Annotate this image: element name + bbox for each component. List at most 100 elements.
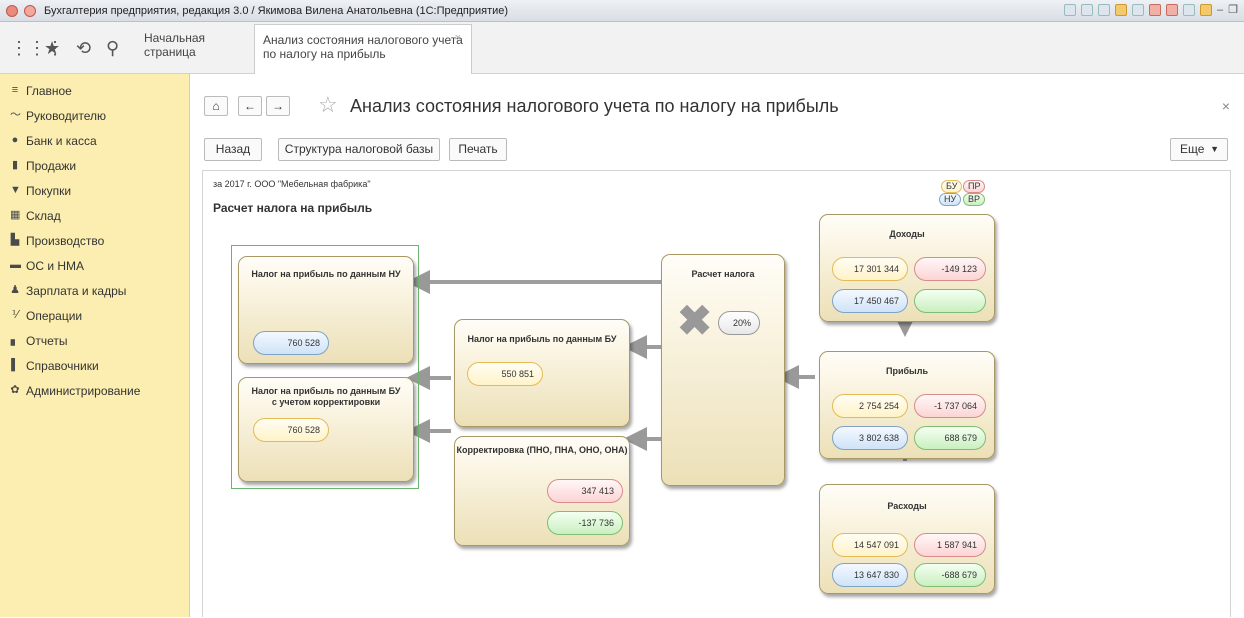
expenses-vr[interactable]: -688 679 bbox=[914, 563, 986, 587]
tax-bu-adj-block: Налог на прибыль по данным БУ с учетом к… bbox=[238, 377, 414, 482]
sidebar-item[interactable]: 〜 Руководителю bbox=[0, 103, 189, 128]
preview-icon[interactable] bbox=[1098, 3, 1110, 16]
correction-value-1[interactable]: 347 413 bbox=[547, 479, 623, 503]
bookmark-star-icon[interactable]: ☆ bbox=[318, 92, 338, 118]
sidebar-item-label: Руководителю bbox=[26, 108, 107, 123]
more-button[interactable]: Еще ▼ bbox=[1170, 138, 1228, 161]
print-icon[interactable] bbox=[1081, 3, 1093, 16]
navigation: ⌂ ← → bbox=[204, 96, 290, 116]
income-block: Доходы 17 301 344 -149 123 17 450 467 bbox=[819, 214, 995, 322]
clipboard-icon[interactable] bbox=[1064, 3, 1076, 16]
tab-active-label: Анализ состояния налогового учета по нал… bbox=[263, 33, 463, 61]
sidebar-item[interactable]: ▬ ОС и НМА bbox=[0, 253, 189, 278]
more-label: Еще bbox=[1180, 142, 1205, 156]
sidebar-item[interactable]: ▌ Справочники bbox=[0, 353, 189, 378]
tax-calc-block: Расчет налога 20% bbox=[661, 254, 785, 486]
sidebar-item[interactable]: ● Банк и касса bbox=[0, 128, 189, 153]
sidebar-item-label: Покупки bbox=[26, 183, 72, 198]
window-titlebar: Бухгалтерия предприятия, редакция 3.0 / … bbox=[0, 0, 1244, 22]
tab-active[interactable]: Анализ состояния налогового учета по нал… bbox=[254, 24, 472, 74]
report-area: за 2017 г. ООО "Мебельная фабрика" Расче… bbox=[202, 170, 1231, 617]
forward-arrow-icon[interactable]: → bbox=[266, 96, 290, 116]
app-toolbar: ⋮⋮⋮ ★ ⟲ ⚲ Начальная страница Анализ сост… bbox=[0, 22, 1244, 74]
income-pr[interactable]: -149 123 bbox=[914, 257, 986, 281]
bag-icon: ▮ bbox=[11, 159, 19, 171]
expenses-bu[interactable]: 14 547 091 bbox=[832, 533, 908, 557]
calendar-icon[interactable] bbox=[1166, 3, 1178, 16]
print-button[interactable]: Печать bbox=[449, 138, 507, 161]
document-icon[interactable] bbox=[1149, 3, 1161, 16]
tax-bu-value[interactable]: 550 851 bbox=[467, 362, 543, 386]
sidebar-item[interactable]: ▼ Покупки bbox=[0, 178, 189, 203]
correction-value-2[interactable]: -137 736 bbox=[547, 511, 623, 535]
profit-nu[interactable]: 3 802 638 bbox=[832, 426, 908, 450]
sidebar-item[interactable]: ▮ Продажи bbox=[0, 153, 189, 178]
chart-line-icon: 〜 bbox=[10, 109, 21, 121]
sidebar-item-label: Операции bbox=[26, 308, 83, 323]
structure-button[interactable]: Структура налоговой базы bbox=[278, 138, 440, 161]
warehouse-icon: ▦ bbox=[10, 209, 21, 221]
sidebar-item[interactable]: ♟ Зарплата и кадры bbox=[0, 278, 189, 303]
truck-icon: ▬ bbox=[10, 259, 21, 271]
favorites-icon[interactable] bbox=[1115, 3, 1127, 16]
tax-rate-value[interactable]: 20% bbox=[718, 311, 760, 335]
profit-title: Прибыль bbox=[886, 366, 928, 376]
sidebar-item[interactable]: ▦ Склад bbox=[0, 203, 189, 228]
tab-home[interactable]: Начальная страница bbox=[138, 22, 258, 74]
main-panel: ⌂ ← → ☆ Анализ состояния налогового учет… bbox=[190, 74, 1244, 617]
app-logo-icon[interactable] bbox=[6, 4, 18, 17]
tab-close-icon[interactable]: × bbox=[455, 31, 461, 45]
favorites-star-icon[interactable]: ★ bbox=[44, 38, 60, 59]
book-icon: ▌ bbox=[11, 359, 19, 371]
sidebar-item-label: Продажи bbox=[26, 158, 77, 173]
sidebar-item[interactable]: ✿ Администрирование bbox=[0, 378, 189, 403]
sidebar-item-label: Отчеты bbox=[26, 333, 68, 348]
minimize-icon[interactable]: – bbox=[1217, 4, 1223, 16]
back-arrow-icon[interactable]: ← bbox=[238, 96, 262, 116]
tax-nu-title: Налог на прибыль по данным НУ bbox=[251, 269, 401, 279]
expenses-pr[interactable]: 1 587 941 bbox=[914, 533, 986, 557]
sidebar-item-label: Банк и касса bbox=[26, 133, 97, 148]
correction-title: Корректировка (ПНО, ПНА, ОНО, ОНА) bbox=[456, 445, 628, 455]
gear-icon: ✿ bbox=[10, 384, 20, 396]
titlebar-tools: – ❐ bbox=[1064, 3, 1238, 16]
sidebar-item-label: Администрирование bbox=[26, 383, 141, 398]
income-bu[interactable]: 17 301 344 bbox=[832, 257, 908, 281]
history-icon[interactable]: ⟲ bbox=[76, 38, 91, 59]
sidebar-item[interactable]: ⅟ Операции bbox=[0, 303, 189, 328]
table-icon[interactable] bbox=[1132, 3, 1144, 16]
calculator-icon[interactable] bbox=[1183, 3, 1195, 16]
tax-bu-title: Налог на прибыль по данным БУ bbox=[467, 334, 617, 344]
sidebar-item-label: Склад bbox=[26, 208, 61, 223]
sidebar-item[interactable]: ▙ Производство bbox=[0, 228, 189, 253]
sidebar-item[interactable]: ≡ Главное bbox=[0, 78, 189, 103]
correction-block: Корректировка (ПНО, ПНА, ОНО, ОНА) 347 4… bbox=[454, 436, 630, 546]
profit-vr[interactable]: 688 679 bbox=[914, 426, 986, 450]
tax-bu-block: Налог на прибыль по данным БУ 550 851 bbox=[454, 319, 630, 427]
back-button[interactable]: Назад bbox=[204, 138, 262, 161]
factory-icon: ▙ bbox=[10, 234, 20, 246]
expenses-nu[interactable]: 13 647 830 bbox=[832, 563, 908, 587]
search-icon[interactable]: ⚲ bbox=[106, 38, 119, 59]
sidebar-item-label: Зарплата и кадры bbox=[26, 283, 127, 298]
home-icon[interactable]: ⌂ bbox=[204, 96, 228, 116]
person-icon: ♟ bbox=[10, 284, 20, 296]
income-vr[interactable] bbox=[914, 289, 986, 313]
tax-bu-adj-value[interactable]: 760 528 bbox=[253, 418, 329, 442]
profit-bu[interactable]: 2 754 254 bbox=[832, 394, 908, 418]
window-menu-icon[interactable] bbox=[24, 4, 36, 17]
operations-icon: ⅟ bbox=[11, 309, 19, 321]
profit-pr[interactable]: -1 737 064 bbox=[914, 394, 986, 418]
info-icon[interactable] bbox=[1200, 3, 1212, 16]
multiply-icon: ✖ bbox=[677, 297, 713, 344]
sidebar-item[interactable]: ▖ Отчеты bbox=[0, 328, 189, 353]
income-nu[interactable]: 17 450 467 bbox=[832, 289, 908, 313]
maximize-icon[interactable]: ❐ bbox=[1228, 3, 1238, 16]
sidebar-item-label: Главное bbox=[26, 83, 72, 98]
window-title: Бухгалтерия предприятия, редакция 3.0 / … bbox=[44, 4, 509, 17]
sidebar-item-label: Производство bbox=[26, 233, 105, 248]
profit-block: Прибыль 2 754 254 -1 737 064 3 802 638 6… bbox=[819, 351, 995, 459]
cart-icon: ▼ bbox=[10, 184, 21, 196]
close-icon[interactable]: × bbox=[1222, 98, 1230, 114]
tax-nu-value[interactable]: 760 528 bbox=[253, 331, 329, 355]
